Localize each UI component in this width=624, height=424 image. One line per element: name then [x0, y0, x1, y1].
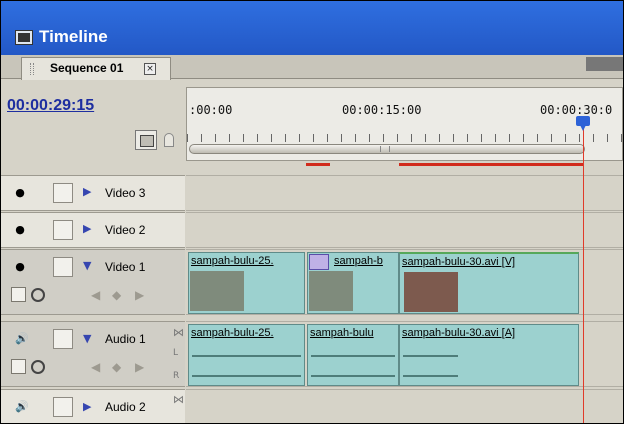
video-clip[interactable]: sampah-b	[307, 252, 399, 314]
prev-keyframe-icon[interactable]: ◀	[91, 288, 100, 302]
track-header-video-2: ● ▶ Video 2	[1, 212, 185, 248]
playhead-handle[interactable]	[576, 116, 590, 131]
eye-icon[interactable]: ●	[11, 259, 29, 275]
collapse-arrow-icon[interactable]: ▼	[83, 332, 91, 345]
clip-thumbnail	[190, 271, 244, 311]
zoom-scrollbar[interactable]	[189, 144, 585, 154]
transition-icon[interactable]	[309, 254, 329, 270]
timeline-window: Timeline Sequence 01 × 00:00:29:15 :00:0…	[0, 0, 624, 424]
track-header-audio-2: 🔊 ▶ Audio 2 ⋈	[1, 389, 185, 423]
track-row-audio-1[interactable]: sampah-bulu-25. sampah-bulu sampah-bulu-…	[186, 321, 623, 387]
collapse-arrow-icon[interactable]: ▼	[83, 259, 91, 272]
channel-label-r: R	[173, 371, 180, 381]
next-keyframe-icon[interactable]: ▶	[135, 288, 144, 302]
waveform	[311, 347, 395, 365]
current-timecode[interactable]: 00:00:29:15	[7, 97, 94, 115]
expand-arrow-icon[interactable]: ▶	[83, 222, 91, 235]
track-header-video-3: ● ▶ Video 3	[1, 175, 185, 211]
lock-toggle[interactable]	[53, 257, 73, 277]
track-row-video-1[interactable]: sampah-bulu-25. sampah-b sampah-bulu-30.…	[186, 249, 623, 315]
clip-label: sampah-bulu	[310, 327, 374, 339]
audio-clip[interactable]: sampah-bulu	[307, 324, 399, 386]
keyframe-disable-icon[interactable]	[31, 288, 45, 302]
video-clip[interactable]: sampah-bulu-30.avi [V]	[399, 252, 579, 314]
lock-toggle[interactable]	[53, 183, 73, 203]
add-keyframe-icon[interactable]: ◆	[112, 288, 121, 302]
lock-toggle[interactable]	[53, 397, 73, 417]
lock-toggle[interactable]	[53, 329, 73, 349]
clip-thumbnail	[309, 271, 353, 311]
time-ruler[interactable]: :00:00 00:00:15:00 00:00:30:0	[186, 87, 623, 161]
track-name: Video 3	[105, 186, 146, 200]
speaker-icon[interactable]: 🔊	[13, 331, 31, 347]
render-bar-segment	[399, 163, 583, 166]
display-style-icon[interactable]	[11, 359, 26, 374]
expand-arrow-icon[interactable]: ▶	[83, 185, 91, 198]
track-name: Video 1	[105, 260, 146, 274]
title-bar: Timeline	[1, 1, 623, 55]
keyframe-disable-icon[interactable]	[31, 360, 45, 374]
track-row-audio-2[interactable]	[186, 389, 623, 423]
clip-label: sampah-bulu-25.	[191, 327, 274, 339]
sync-icon: ⋈	[173, 326, 184, 339]
waveform	[311, 367, 395, 385]
track-name: Audio 2	[105, 400, 146, 414]
audio-clip[interactable]: sampah-bulu-25.	[188, 324, 305, 386]
track-name: Video 2	[105, 223, 146, 237]
audio-clip[interactable]: sampah-bulu-30.avi [A]	[399, 324, 579, 386]
tab-sequence-01[interactable]: Sequence 01 ×	[21, 57, 171, 80]
ruler-label-start: :00:00	[189, 103, 233, 117]
expand-arrow-icon[interactable]: ▶	[83, 400, 91, 413]
ruler-label-end: 00:00:30:0	[540, 103, 613, 117]
ruler-ticks	[187, 134, 623, 142]
speaker-icon[interactable]: 🔊	[13, 399, 31, 415]
tab-label: Sequence 01	[50, 61, 124, 75]
waveform	[403, 347, 458, 365]
eye-icon[interactable]: ●	[11, 185, 29, 201]
next-keyframe-icon[interactable]: ▶	[135, 360, 144, 374]
clip-thumbnail	[404, 272, 458, 312]
close-icon[interactable]: ×	[144, 63, 156, 75]
zoom-grip-icon[interactable]	[380, 146, 390, 152]
playhead-line[interactable]	[583, 116, 584, 423]
track-header-video-1: ● ▼ Video 1 ◀ ◆ ▶	[1, 249, 185, 315]
waveform	[403, 367, 458, 385]
clip-label: sampah-bulu-30.avi [A]	[402, 327, 516, 339]
clip-label: sampah-bulu-25.	[191, 255, 274, 267]
track-row-video-3[interactable]	[186, 175, 623, 211]
prev-keyframe-icon[interactable]: ◀	[91, 360, 100, 374]
ruler-label-middle: 00:00:15:00	[342, 103, 422, 117]
display-style-icon[interactable]	[11, 287, 26, 302]
track-name: Audio 1	[105, 332, 146, 346]
window-title: Timeline	[39, 27, 108, 46]
left-header-panel	[1, 80, 185, 172]
grip-icon[interactable]	[30, 63, 34, 75]
marker-button[interactable]	[164, 133, 174, 147]
waveform	[192, 347, 301, 365]
eye-icon[interactable]: ●	[11, 222, 29, 238]
track-header-audio-1: 🔊 ▼ Audio 1 ◀ ◆ ▶ ⋈ L R	[1, 321, 185, 387]
add-keyframe-icon[interactable]: ◆	[112, 360, 121, 374]
timeline-icon	[15, 30, 33, 45]
sync-icon: ⋈	[173, 393, 184, 406]
clip-label: sampah-b	[334, 255, 383, 267]
video-clip[interactable]: sampah-bulu-25.	[188, 252, 305, 314]
track-row-video-2[interactable]	[186, 212, 623, 248]
render-bar-segment	[306, 163, 330, 166]
snap-button[interactable]	[135, 130, 157, 150]
channel-label-l: L	[173, 348, 179, 358]
lock-toggle[interactable]	[53, 220, 73, 240]
clip-label: sampah-bulu-30.avi [V]	[402, 256, 516, 268]
waveform	[192, 367, 301, 385]
ruler-end-area	[586, 57, 623, 71]
